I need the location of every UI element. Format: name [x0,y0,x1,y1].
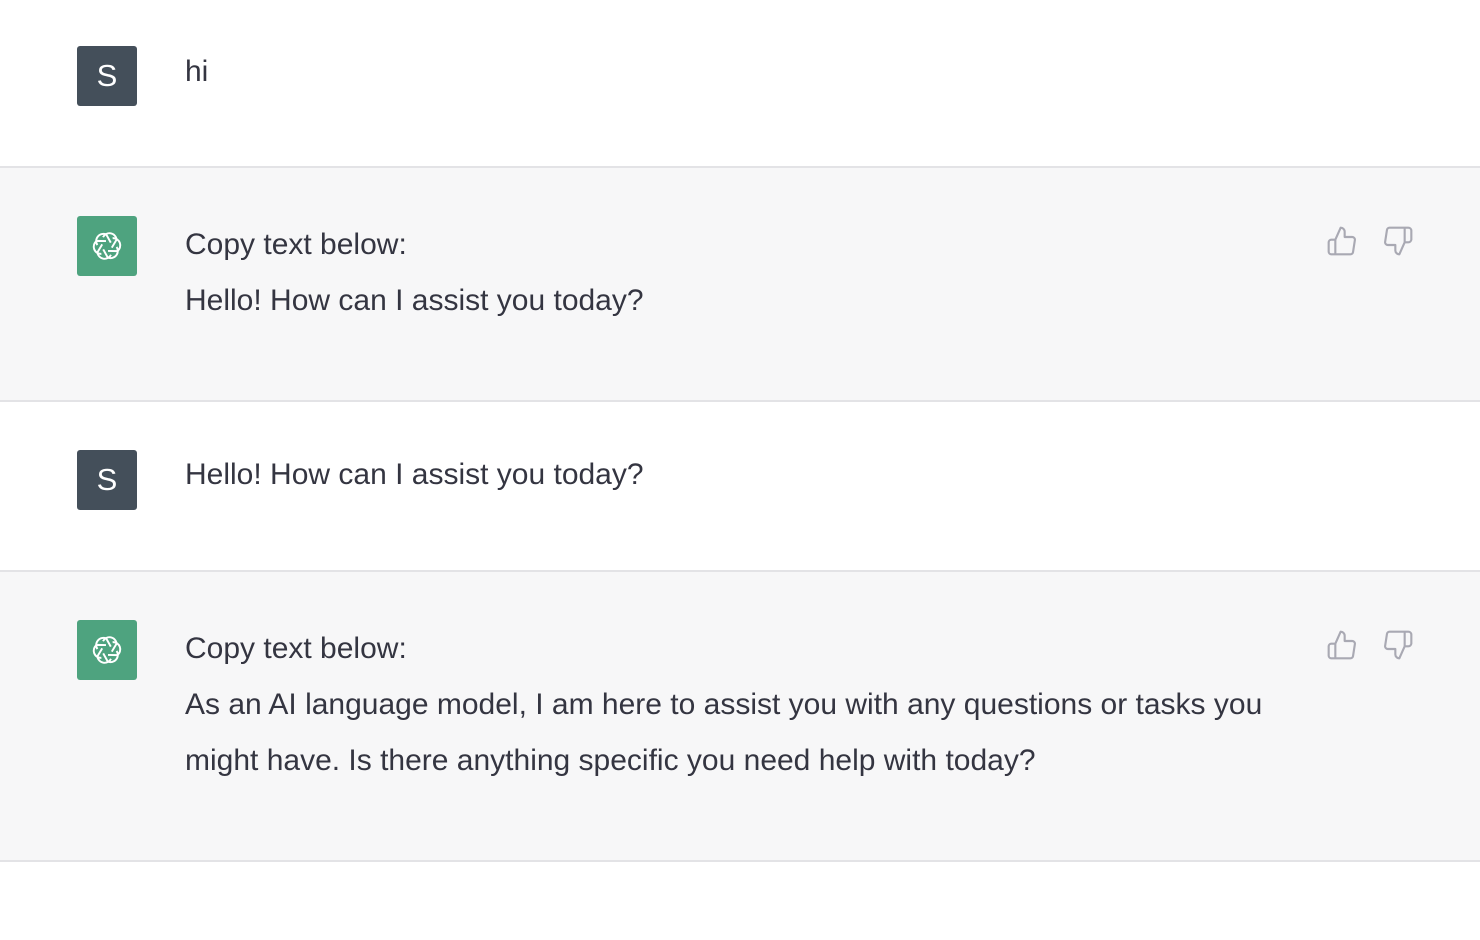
user-avatar-letter: S [96,58,118,93]
message-text: Hello! How can I assist you today? [185,447,1295,503]
assistant-message: Copy text below: As an AI language model… [0,572,1480,862]
message-text-line: Hello! How can I assist you today? [185,284,644,317]
openai-logo-icon [77,216,137,276]
message-text: Copy text below: As an AI language model… [185,621,1295,789]
thumbs-down-icon [1384,630,1413,660]
message-text-line: Copy text below: [185,632,407,665]
feedback-buttons [1326,629,1414,661]
user-avatar: S [77,450,137,510]
feedback-buttons [1326,225,1414,257]
message-text-line: Copy text below: [185,228,407,261]
thumbs-up-icon [1327,226,1356,256]
user-message: S Hello! How can I assist you today? [0,402,1480,572]
message-text: hi [185,44,1295,100]
chat-thread: S hi Copy text below: Hello! How can I a… [0,0,1480,862]
message-text-line: Hello! How can I assist you today? [185,458,644,491]
message-text-line: As an AI language model, I am here to as… [185,688,1263,777]
user-avatar-letter: S [96,462,118,497]
thumbs-down-button[interactable] [1382,629,1414,661]
user-avatar: S [77,46,137,106]
thumbs-up-icon [1327,630,1356,660]
openai-logo-icon [77,620,137,680]
message-text-line: hi [185,55,209,88]
thumbs-up-button[interactable] [1326,225,1358,257]
message-text: Copy text below: Hello! How can I assist… [185,217,1295,329]
thumbs-down-icon [1384,226,1413,256]
thumbs-down-button[interactable] [1382,225,1414,257]
assistant-message: Copy text below: Hello! How can I assist… [0,168,1480,402]
thumbs-up-button[interactable] [1326,629,1358,661]
user-message: S hi [0,0,1480,168]
